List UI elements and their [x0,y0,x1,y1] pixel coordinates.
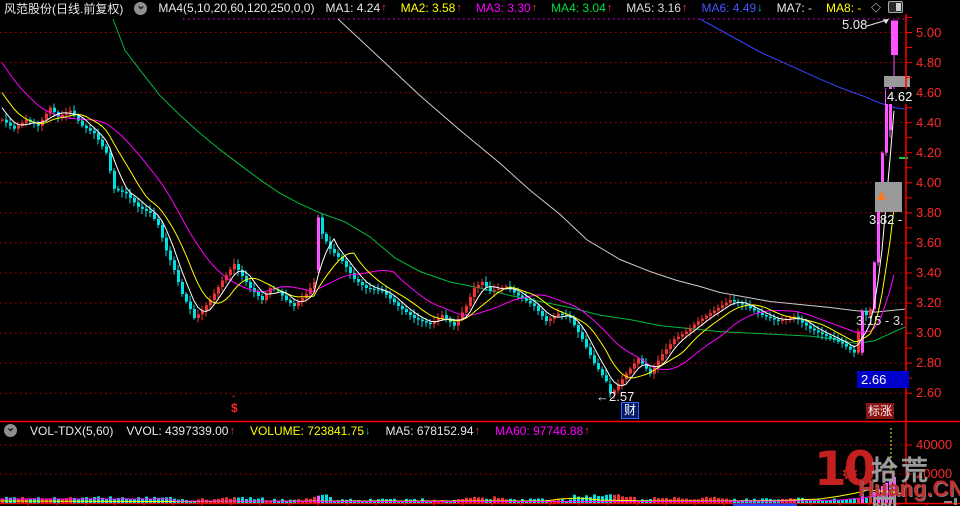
axis-tick-label: 3.20 [916,295,942,311]
readout-text: MA60: 97746.88 [495,423,584,438]
axis-tick-label: 3.80 [916,204,942,220]
axis-tick-label: 4.80 [916,54,942,70]
axis-tick-label: 4.20 [916,144,942,160]
gear-icon: ⚙ [841,463,859,485]
volume-readouts: VVOL: 4397339.00 ↑ VOLUME: 723841.75 ↓ MA5: … [126,424,589,438]
price-range-label: 3.15 - 3. [856,313,904,328]
diamond-icon[interactable]: ◇ [871,0,881,13]
dollar-event-icon[interactable]: $ [231,401,238,415]
indicator-readout: VOLUME: 723841.75 ↓ [250,424,371,438]
indicator-readout: MA8: - [826,1,861,15]
axis-tick-label: 3.60 [916,234,942,250]
axis-tick-label: 3.40 [916,264,942,280]
readout-text: MA5: 3.16 [626,1,681,15]
trend-arrow-icon: ↑ [531,2,538,14]
indicator-readout: MA2: 3.58 ↑ [401,1,462,15]
annotation-shapes [866,19,910,212]
price-level-label-382: 3.82 - [869,212,903,227]
tdx-stock-chart-app: 风范股份(日线.前复权) MA4(5,10,20,60,120,250,0,0)… [0,0,960,506]
indicator-readout: VVOL: 4397339.00 ↑ [126,424,235,438]
stock-title[interactable]: 风范股份(日线.前复权) [4,0,123,17]
readout-text: MA5: 678152.94 [385,423,474,438]
axis-tick-label: 4.00 [916,174,942,190]
readout-text: MA4: 3.04 [551,1,606,15]
readout-text: MA8: - [826,1,862,15]
price-grid [0,32,906,394]
readout-text: MA7: - [776,1,813,15]
candles-layer [1,20,898,399]
ma-readouts: MA1: 4.24 ↑ MA2: 3.58 ↑ MA3: 3.30 ↑ MA4: 3.04 ↑… [325,1,861,15]
readout-text: MA6: 4.49 [701,1,757,15]
indicator-readout: MA1: 4.24 ↑ [325,1,386,15]
readout-text: MA2: 3.58 [400,1,456,15]
event-badge-zhang[interactable]: 标涨 [866,403,895,419]
indicator-readout: MA5: 3.16 ↑ [626,1,687,15]
price-level-label-462: 4.62 [886,89,914,104]
volume-grid [0,444,912,475]
trend-arrow-icon: ↑ [606,2,613,14]
high-price-label: 5.08 [842,17,868,32]
indicator-readout: MA4: 3.04 ↑ [551,1,612,15]
collapse-chevron-icon[interactable] [134,0,148,15]
chart-header: 风范股份(日线.前复权) MA4(5,10,20,60,120,250,0,0)… [4,0,861,17]
indicator-readout: MA3: 3.30 ↑ [476,1,537,15]
volume-indicator-name[interactable]: VOL-TDX(5,60) [30,424,113,438]
watermark: 10 ⚙ 拾荒网 Huang.CN [814,442,960,506]
current-price-tag: 2.66 [857,371,909,388]
long-ma-lines [112,18,906,345]
volume-header: VOL-TDX(5,60) VVOL: 4397339.00↑VOLUME: 7… [4,421,590,438]
indicator-readout: MA60: 97746.88 ↑ [495,424,590,438]
trend-arrow-icon: ↑ [681,2,688,14]
axis-tick-label: 2.80 [916,355,942,371]
trend-arrow-icon: ↑ [474,424,481,437]
readout-text: VOLUME: 723841.75 [249,423,365,438]
collapse-chevron-icon[interactable] [4,421,17,437]
trend-arrow-icon: ↓ [365,424,371,437]
indicator-params[interactable]: MA4(5,10,20,60,120,250,0,0) [158,1,314,15]
readout-text: MA3: 3.30 [475,1,531,15]
event-badge-cai[interactable]: 财 [621,402,640,419]
axis-tick-label: 4.60 [916,84,942,100]
trend-arrow-icon: ↑ [229,424,235,437]
trend-arrow-icon: ↑ [381,2,387,14]
readout-text: VVOL: 4397339.00 [126,423,229,438]
trend-arrow-icon: ↑ [584,424,590,437]
short-ma-lines [1,62,895,387]
axis-tick-label: 4.40 [916,114,942,130]
trend-arrow-icon: ↓ [757,2,763,14]
trend-arrow-icon: ↑ [456,2,462,14]
watermark-domain: Huang.CN [858,476,960,501]
indicator-readout: MA5: 678152.94 ↑ [386,424,481,438]
axis-tick-label: 5.00 [916,24,942,40]
header-icons: ◇ [871,0,903,13]
readout-text: MA1: 4.24 [325,1,381,15]
indicator-readout: MA6: 4.49 ↓ [701,1,762,15]
indicator-readout: MA7: - [777,1,812,15]
axis-tick-label: 2.60 [916,385,942,401]
panel-toggle-icon[interactable] [888,1,903,13]
axis-tick-label: 3.00 [916,325,942,341]
